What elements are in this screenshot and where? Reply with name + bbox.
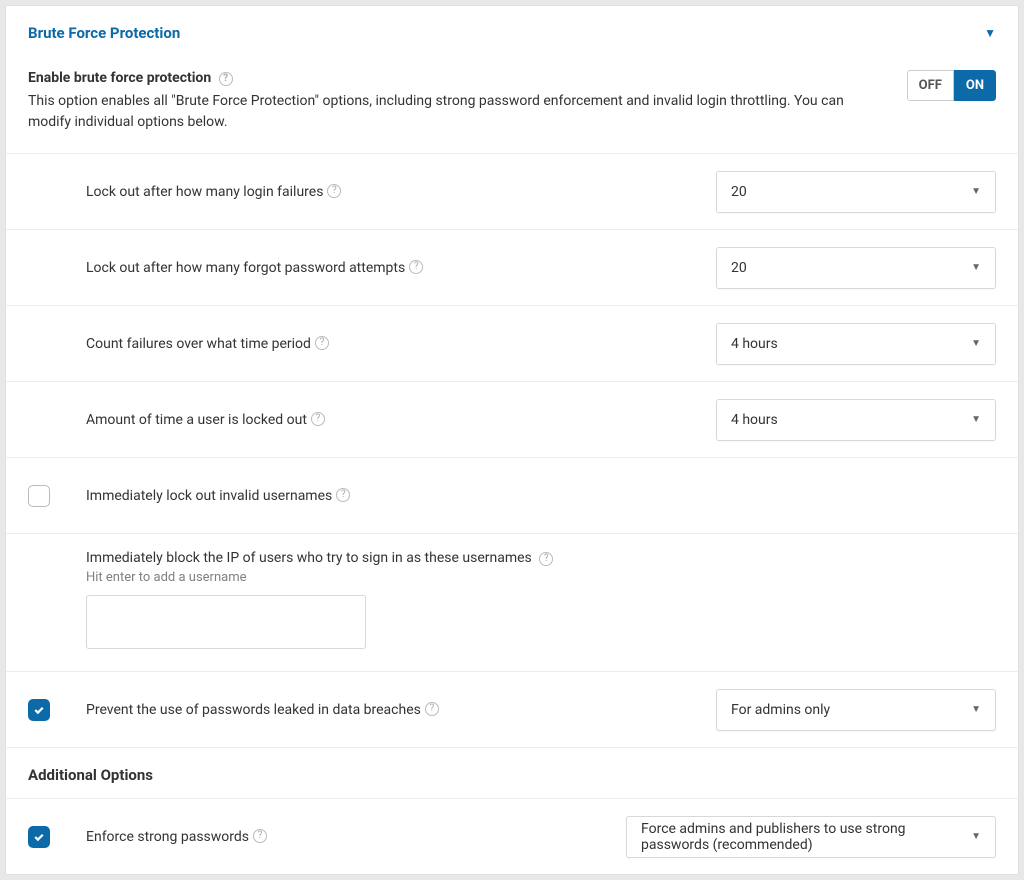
- enable-text: Enable brute force protection ? This opt…: [28, 70, 887, 133]
- help-icon[interactable]: ?: [253, 829, 267, 843]
- chevron-down-icon: ▼: [971, 262, 981, 273]
- login-failures-row: Lock out after how many login failures ?…: [6, 153, 1018, 229]
- lockout-duration-row: Amount of time a user is locked out ? 4 …: [6, 381, 1018, 457]
- toggle-off-button[interactable]: OFF: [907, 70, 954, 101]
- checkbox-col: [28, 826, 86, 848]
- enable-toggle[interactable]: OFF ON: [907, 70, 996, 101]
- brute-force-panel: Brute Force Protection ▼ Enable brute fo…: [5, 5, 1019, 875]
- login-failures-select[interactable]: 20 ▼: [716, 171, 996, 213]
- forgot-attempts-select[interactable]: 20 ▼: [716, 247, 996, 289]
- time-period-select[interactable]: 4 hours ▼: [716, 323, 996, 365]
- select-value: 4 hours: [731, 412, 778, 428]
- row-control-col: 20 ▼: [716, 247, 996, 289]
- help-icon[interactable]: ?: [315, 336, 329, 350]
- row-label-col: Enforce strong passwords ?: [86, 829, 626, 845]
- leaked-passwords-select[interactable]: For admins only ▼: [716, 689, 996, 731]
- invalid-usernames-row: Immediately lock out invalid usernames ?: [6, 457, 1018, 533]
- block-ip-label-wrap: Immediately block the IP of users who tr…: [86, 550, 996, 567]
- leaked-passwords-label: Prevent the use of passwords leaked in d…: [86, 702, 421, 718]
- enable-description: This option enables all "Brute Force Pro…: [28, 91, 887, 133]
- forgot-attempts-row: Lock out after how many forgot password …: [6, 229, 1018, 305]
- help-icon[interactable]: ?: [409, 260, 423, 274]
- row-label-col: Amount of time a user is locked out ?: [86, 412, 716, 428]
- help-icon[interactable]: ?: [336, 488, 350, 502]
- leaked-passwords-row: Prevent the use of passwords leaked in d…: [6, 671, 1018, 747]
- checkbox-col: [28, 485, 86, 507]
- chevron-down-icon: ▼: [971, 704, 981, 715]
- enforce-strong-select[interactable]: Force admins and publishers to use stron…: [626, 816, 996, 858]
- help-icon[interactable]: ?: [425, 702, 439, 716]
- select-value: 20: [731, 260, 747, 276]
- login-failures-label: Lock out after how many login failures: [86, 184, 323, 200]
- row-control-col: 4 hours ▼: [716, 399, 996, 441]
- select-value: 20: [731, 184, 747, 200]
- row-control-col: 4 hours ▼: [716, 323, 996, 365]
- enable-row: Enable brute force protection ? This opt…: [6, 56, 1018, 153]
- row-label-col: Immediately lock out invalid usernames ?: [86, 488, 996, 504]
- enable-title: Enable brute force protection ?: [28, 70, 887, 87]
- enforce-strong-row: Enforce strong passwords ? Force admins …: [6, 798, 1018, 874]
- chevron-down-icon: ▼: [971, 414, 981, 425]
- row-label-col: Lock out after how many forgot password …: [86, 260, 716, 276]
- row-label-col: Count failures over what time period ?: [86, 336, 716, 352]
- chevron-down-icon[interactable]: ▼: [984, 26, 996, 40]
- help-icon[interactable]: ?: [219, 72, 233, 86]
- block-ip-hint: Hit enter to add a username: [86, 570, 996, 585]
- help-icon[interactable]: ?: [311, 412, 325, 426]
- chevron-down-icon: ▼: [971, 338, 981, 349]
- toggle-on-button[interactable]: ON: [954, 70, 996, 101]
- panel-header[interactable]: Brute Force Protection ▼: [6, 6, 1018, 56]
- enforce-strong-label: Enforce strong passwords: [86, 829, 249, 845]
- row-control-col: 20 ▼: [716, 171, 996, 213]
- additional-options-header: Additional Options: [6, 747, 1018, 798]
- forgot-attempts-label: Lock out after how many forgot password …: [86, 260, 405, 276]
- chevron-down-icon: ▼: [971, 186, 981, 197]
- help-icon[interactable]: ?: [539, 552, 553, 566]
- time-period-row: Count failures over what time period ? 4…: [6, 305, 1018, 381]
- row-control-col: Force admins and publishers to use stron…: [626, 816, 996, 858]
- lockout-duration-select[interactable]: 4 hours ▼: [716, 399, 996, 441]
- block-ip-content: Immediately block the IP of users who tr…: [86, 550, 996, 649]
- enforce-strong-checkbox[interactable]: [28, 826, 50, 848]
- username-input[interactable]: [86, 595, 366, 649]
- invalid-usernames-label: Immediately lock out invalid usernames: [86, 488, 332, 504]
- row-control-col: For admins only ▼: [716, 689, 996, 731]
- select-value: Force admins and publishers to use stron…: [641, 821, 971, 853]
- enable-title-text: Enable brute force protection: [28, 70, 211, 86]
- row-label-col: Prevent the use of passwords leaked in d…: [86, 702, 716, 718]
- help-icon[interactable]: ?: [327, 184, 341, 198]
- select-value: 4 hours: [731, 336, 778, 352]
- row-label-col: Lock out after how many login failures ?: [86, 184, 716, 200]
- block-ip-row: Immediately block the IP of users who tr…: [6, 533, 1018, 671]
- chevron-down-icon: ▼: [971, 831, 981, 842]
- block-ip-label: Immediately block the IP of users who tr…: [86, 550, 532, 566]
- invalid-usernames-checkbox[interactable]: [28, 485, 50, 507]
- select-value: For admins only: [731, 702, 830, 718]
- panel-title: Brute Force Protection: [28, 24, 180, 42]
- lockout-duration-label: Amount of time a user is locked out: [86, 412, 307, 428]
- time-period-label: Count failures over what time period: [86, 336, 311, 352]
